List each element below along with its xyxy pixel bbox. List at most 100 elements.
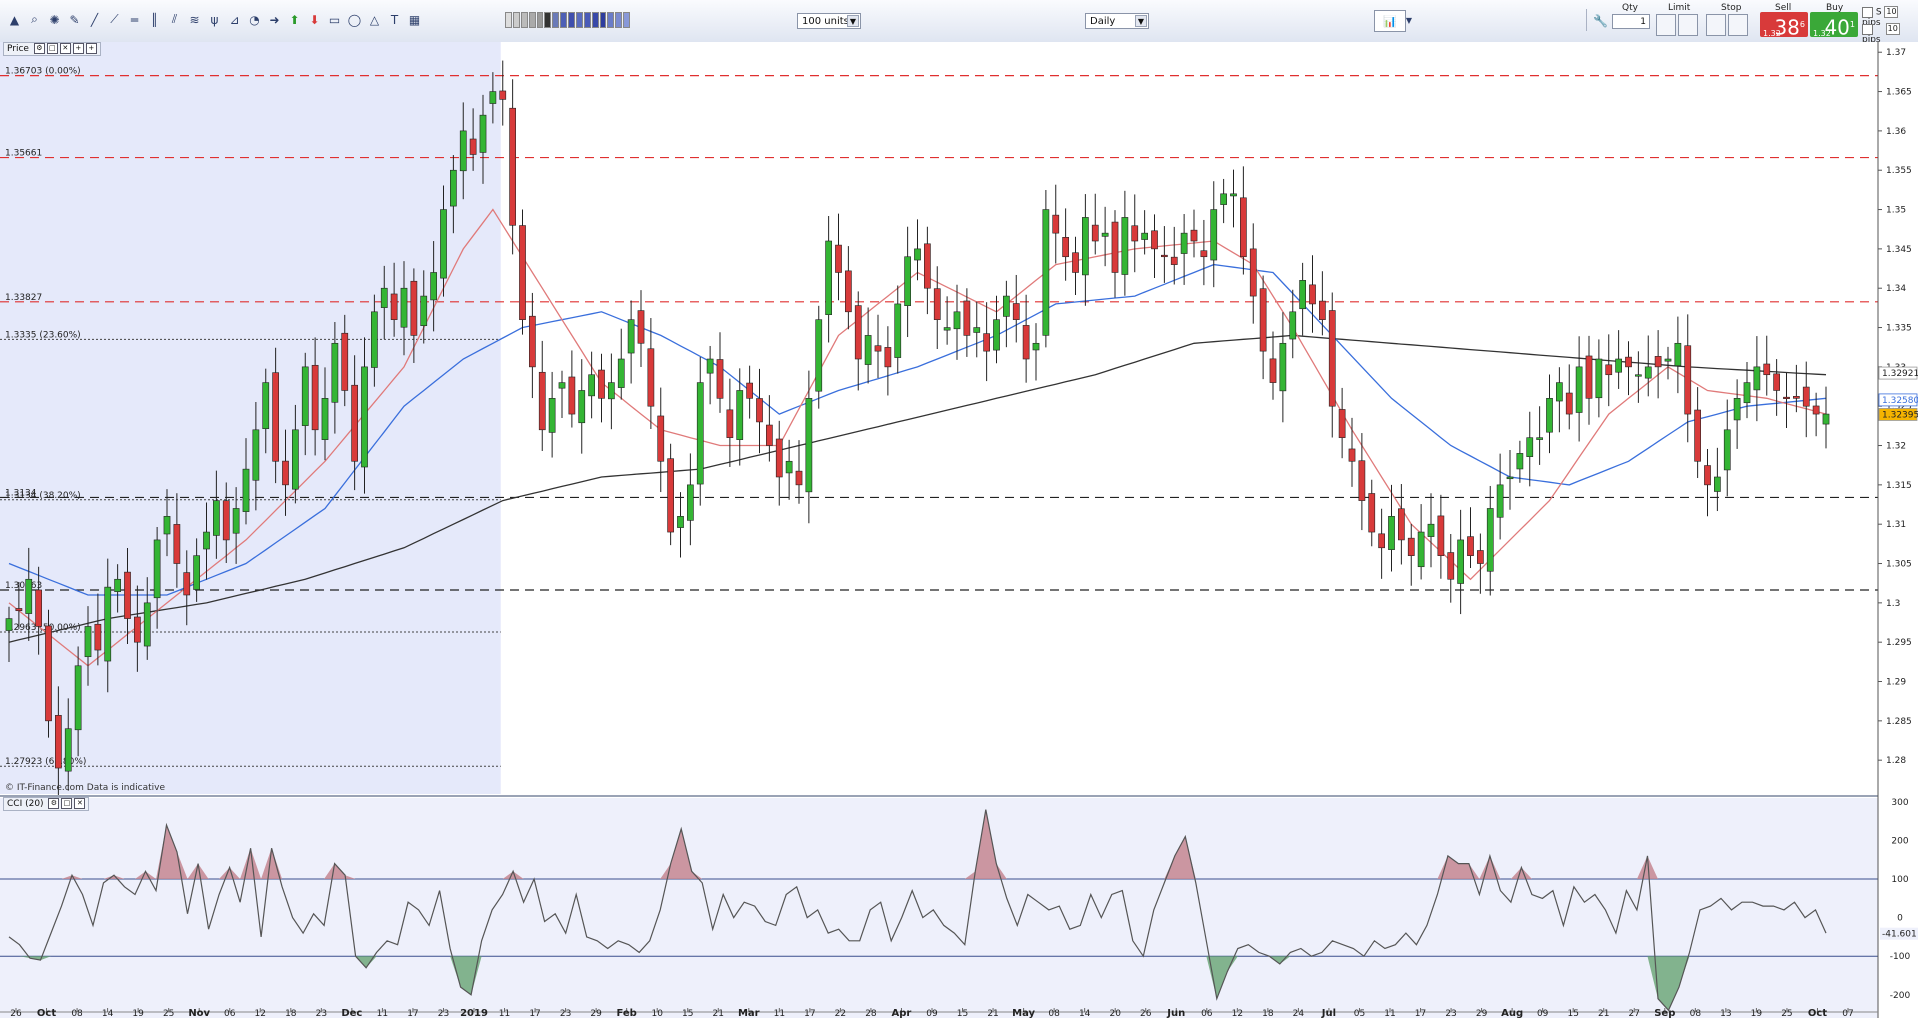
close-icon[interactable]: ✕ [74,798,86,809]
vline-icon[interactable]: ║ [146,11,163,28]
x-tick-label: May [1012,1008,1035,1018]
candle-body [1654,356,1662,368]
pips-input-2[interactable]: 10 [1885,23,1900,35]
candle-body [489,91,497,104]
color-swatch[interactable] [520,12,528,28]
candle-body [993,319,1000,351]
ray-icon[interactable]: ⟋ [106,11,123,28]
chart-type-dropdown[interactable]: ▼ [1404,12,1414,29]
color-swatch[interactable] [544,12,552,28]
arrow-icon[interactable]: ➜ [266,11,283,28]
stop-down-button[interactable] [1728,14,1748,36]
color-swatch[interactable] [552,12,560,28]
ellipse-icon[interactable]: ◯ [346,11,363,28]
pointer-icon[interactable]: ▲ [6,11,23,28]
color-swatch[interactable] [575,12,583,28]
sell-button[interactable]: 1.32 386 [1760,12,1808,40]
candle-body [924,243,931,289]
color-swatch[interactable] [528,12,536,28]
color-swatch[interactable] [599,12,607,28]
ruler-icon[interactable]: ✎ [66,11,83,28]
color-swatch[interactable] [591,12,599,28]
close-icon[interactable]: ✕ [59,43,71,54]
y-tick-label: 1.29 [1886,678,1906,688]
candle-body [222,500,230,541]
color-palette[interactable] [505,12,630,28]
x-tick-label: 12 [255,1009,266,1018]
color-swatch[interactable] [560,12,567,28]
add-icon[interactable]: + [72,43,84,54]
wrench-icon[interactable]: 🔧 [1592,12,1609,29]
units-select[interactable]: 100 units ▼ [797,13,861,29]
x-tick-label: 2019 [460,1008,488,1018]
candle-body [766,424,773,446]
s-checkbox[interactable] [1862,6,1873,18]
stop-up-button[interactable] [1706,14,1726,36]
candle-body [1417,531,1425,568]
line-icon[interactable]: ╱ [86,11,103,28]
candle-body [1536,437,1543,440]
chart-type-button[interactable]: 📊 [1374,10,1406,32]
zoom-icon[interactable]: ⌕ [26,11,43,28]
color-swatch[interactable] [623,12,630,28]
rect-icon[interactable]: ▭ [326,11,343,28]
candle-body [1822,413,1830,425]
timeframe-select[interactable]: Daily ▼ [1085,13,1149,29]
candle-body [1082,217,1089,276]
price-tags: 1.32921 1.32580 1.32395 [1878,366,1918,421]
color-swatch[interactable] [512,12,520,28]
color-swatch[interactable] [568,12,575,28]
buy-button[interactable]: 1.32 401 [1810,12,1858,40]
fib-icon[interactable]: ≋ [186,11,203,28]
add-indicator-icon[interactable]: + [85,43,97,54]
triangle-icon[interactable]: △ [366,11,383,28]
cci-panel-label[interactable]: CCI (20) ⚙ □ ✕ [3,797,90,811]
x-tick-label: 11 [1384,1009,1395,1018]
x-tick-label: 17 [529,1009,540,1018]
candle-body [1753,366,1761,391]
x-tick-label: Feb [616,1008,636,1018]
channel-icon[interactable]: ⫽ [166,11,183,28]
x-tick-label: 19 [132,1009,144,1018]
hline-icon[interactable]: ═ [126,11,143,28]
candle-body [1042,209,1050,336]
candle-body [1496,484,1504,518]
price-tag-mid: 1.32580 [1882,396,1918,406]
maximize-icon[interactable]: □ [46,43,58,54]
color-swatch-icon[interactable]: ▦ [406,11,423,28]
price-panel-label[interactable]: Price ⚙ □ ✕ + + [3,42,101,56]
pips-input-1[interactable]: 10 [1884,6,1899,18]
candle-body [15,608,23,612]
wrench-icon[interactable]: ⚙ [33,43,45,54]
y-tick-label: 1.305 [1886,560,1912,570]
crosshair-icon[interactable]: ✺ [46,11,63,28]
candle-body [1674,342,1682,367]
price-chart[interactable]: 1.36703 (0.00%) 1.35661 1.33827 1.3335 (23.… [0,42,1918,1018]
limit-down-button[interactable] [1678,14,1698,36]
limit-up-button[interactable] [1656,14,1676,36]
color-swatch[interactable] [615,12,623,28]
color-swatch[interactable] [536,12,544,28]
candle-body [1743,382,1751,404]
color-swatch[interactable] [607,12,615,28]
candle-body [904,256,911,306]
down-arrow-icon[interactable]: ⬇ [306,11,323,28]
text-icon[interactable]: T [386,11,403,28]
x-tick-label: 23 [1445,1009,1456,1018]
color-swatch[interactable] [583,12,591,28]
up-arrow-icon[interactable]: ⬆ [286,11,303,28]
x-tick-label: 20 [1109,1009,1121,1018]
maximize-icon[interactable]: □ [61,798,73,809]
pitchfork-icon[interactable]: ψ [206,11,223,28]
candle-body [440,209,447,279]
x-tick-label: 25 [163,1009,174,1018]
candle-body [410,280,418,336]
gann-icon[interactable]: ⊿ [226,11,243,28]
l-checkbox[interactable] [1862,23,1873,35]
x-tick-label: 06 [224,1009,236,1018]
qty-input[interactable]: 1 [1612,14,1650,29]
color-swatch[interactable] [505,12,512,28]
cycle-icon[interactable]: ◔ [246,11,263,28]
wrench-icon[interactable]: ⚙ [48,798,60,809]
candle-body [647,348,655,407]
